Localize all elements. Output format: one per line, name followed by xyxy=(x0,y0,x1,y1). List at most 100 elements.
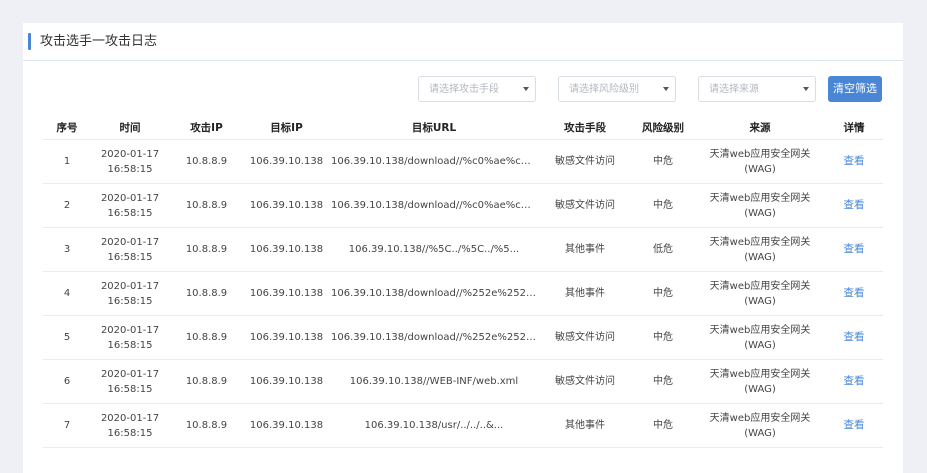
row-time: 2020-01-17 16:58:15 xyxy=(91,403,169,448)
attack-log-card: 攻击选手一攻击日志 清空筛选 序号 时间 攻击IP 目标IP 目标URL 攻击手… xyxy=(23,23,903,473)
row-attack-method: 其他事件 xyxy=(539,227,631,272)
view-detail-link[interactable]: 查看 xyxy=(844,199,865,211)
row-attack-ip: 10.8.8.9 xyxy=(169,359,244,404)
row-source-name: 天清web应用安全网关 xyxy=(709,324,811,336)
row-target-ip: 106.39.10.138 xyxy=(244,139,329,184)
row-source-code: (WAG) xyxy=(744,383,776,395)
header-attack-method: 攻击手段 xyxy=(539,115,631,140)
view-detail-link[interactable]: 查看 xyxy=(844,155,865,167)
row-detail: 查看 xyxy=(825,227,883,272)
row-time: 2020-01-17 16:58:15 xyxy=(91,183,169,228)
row-time-text: 16:58:15 xyxy=(107,383,153,395)
chevron-down-icon xyxy=(663,87,669,91)
row-source: 天清web应用安全网关 (WAG) xyxy=(695,403,825,448)
row-attack-method: 敏感文件访问 xyxy=(539,183,631,228)
row-index: 6 xyxy=(43,359,91,404)
row-attack-ip: 10.8.8.9 xyxy=(169,271,244,316)
row-time-text: 16:58:15 xyxy=(107,339,153,351)
source-input[interactable] xyxy=(699,77,815,101)
row-source: 天清web应用安全网关 (WAG) xyxy=(695,315,825,360)
row-source-name: 天清web应用安全网关 xyxy=(709,368,811,380)
row-target-url: 106.39.10.138//WEB-INF/web.xml xyxy=(329,359,539,404)
row-attack-ip: 10.8.8.9 xyxy=(169,227,244,272)
view-detail-link[interactable]: 查看 xyxy=(844,375,865,387)
row-attack-ip: 10.8.8.9 xyxy=(169,403,244,448)
row-attack-method: 敏感文件访问 xyxy=(539,315,631,360)
view-detail-link[interactable]: 查看 xyxy=(844,331,865,343)
row-attack-method: 其他事件 xyxy=(539,271,631,316)
row-source-code: (WAG) xyxy=(744,163,776,175)
row-target-url: 106.39.10.138/usr/../../..&... xyxy=(329,403,539,448)
row-source-name: 天清web应用安全网关 xyxy=(709,192,811,204)
row-date-text: 2020-01-17 xyxy=(100,192,160,204)
row-attack-ip: 10.8.8.9 xyxy=(169,139,244,184)
header-risk-level: 风险级别 xyxy=(631,115,695,140)
row-index: 2 xyxy=(43,183,91,228)
row-source: 天清web应用安全网关 (WAG) xyxy=(695,271,825,316)
row-risk-level: 低危 xyxy=(631,227,695,272)
row-index: 5 xyxy=(43,315,91,360)
row-time: 2020-01-17 16:58:15 xyxy=(91,139,169,184)
row-detail: 查看 xyxy=(825,403,883,448)
row-risk-level: 中危 xyxy=(631,139,695,184)
row-date-text: 2020-01-17 xyxy=(100,236,160,248)
header-attack-ip: 攻击IP xyxy=(169,115,244,140)
chevron-down-icon xyxy=(523,87,529,91)
row-target-ip: 106.39.10.138 xyxy=(244,183,329,228)
row-time-text: 16:58:15 xyxy=(107,251,153,263)
row-target-url: 106.39.10.138/download//%c0%ae%c0%... xyxy=(329,139,539,184)
row-source: 天清web应用安全网关 (WAG) xyxy=(695,183,825,228)
row-date-text: 2020-01-17 xyxy=(100,324,160,336)
row-target-ip: 106.39.10.138 xyxy=(244,271,329,316)
header-time: 时间 xyxy=(91,115,169,140)
view-detail-link[interactable]: 查看 xyxy=(844,243,865,255)
row-date-text: 2020-01-17 xyxy=(100,368,160,380)
view-detail-link[interactable]: 查看 xyxy=(844,287,865,299)
row-time: 2020-01-17 16:58:15 xyxy=(91,315,169,360)
title-accent-bar xyxy=(28,33,31,50)
header-detail: 详情 xyxy=(825,115,883,140)
risk-level-input[interactable] xyxy=(559,77,675,101)
row-time: 2020-01-17 16:58:15 xyxy=(91,227,169,272)
source-select[interactable] xyxy=(698,76,816,102)
row-source-code: (WAG) xyxy=(744,207,776,219)
row-time-text: 16:58:15 xyxy=(107,427,153,439)
header-source: 来源 xyxy=(695,115,825,140)
row-attack-ip: 10.8.8.9 xyxy=(169,183,244,228)
row-attack-ip: 10.8.8.9 xyxy=(169,315,244,360)
row-date-text: 2020-01-17 xyxy=(100,148,160,160)
clear-filters-button[interactable]: 清空筛选 xyxy=(828,76,882,102)
table-row: 3 2020-01-17 16:58:15 10.8.8.9 106.39.10.… xyxy=(43,227,883,272)
row-detail: 查看 xyxy=(825,139,883,184)
header-target-ip: 目标IP xyxy=(244,115,329,140)
row-source: 天清web应用安全网关 (WAG) xyxy=(695,139,825,184)
table-row: 6 2020-01-17 16:58:15 10.8.8.9 106.39.10.… xyxy=(43,359,883,404)
attack-log-table: 序号 时间 攻击IP 目标IP 目标URL 攻击手段 风险级别 来源 详情 1 … xyxy=(43,115,883,448)
row-time-text: 16:58:15 xyxy=(107,163,153,175)
card-header: 攻击选手一攻击日志 xyxy=(23,23,903,61)
row-target-url: 106.39.10.138/download//%c0%ae%c0%... xyxy=(329,183,539,228)
view-detail-link[interactable]: 查看 xyxy=(844,419,865,431)
table-row: 7 2020-01-17 16:58:15 10.8.8.9 106.39.10.… xyxy=(43,403,883,448)
row-target-ip: 106.39.10.138 xyxy=(244,403,329,448)
risk-level-select[interactable] xyxy=(558,76,676,102)
row-index: 7 xyxy=(43,403,91,448)
row-source-code: (WAG) xyxy=(744,251,776,263)
row-target-ip: 106.39.10.138 xyxy=(244,227,329,272)
attack-method-input[interactable] xyxy=(419,77,535,101)
row-detail: 查看 xyxy=(825,315,883,360)
row-attack-method: 敏感文件访问 xyxy=(539,139,631,184)
row-detail: 查看 xyxy=(825,183,883,228)
row-source-code: (WAG) xyxy=(744,295,776,307)
row-source-code: (WAG) xyxy=(744,427,776,439)
row-date-text: 2020-01-17 xyxy=(100,280,160,292)
attack-method-select[interactable] xyxy=(418,76,536,102)
row-risk-level: 中危 xyxy=(631,403,695,448)
table-row: 5 2020-01-17 16:58:15 10.8.8.9 106.39.10.… xyxy=(43,315,883,360)
table-row: 4 2020-01-17 16:58:15 10.8.8.9 106.39.10.… xyxy=(43,271,883,316)
chevron-down-icon xyxy=(803,87,809,91)
table-row: 1 2020-01-17 16:58:15 10.8.8.9 106.39.10.… xyxy=(43,139,883,184)
row-index: 3 xyxy=(43,227,91,272)
row-target-url: 106.39.10.138/download//%252e%252e... xyxy=(329,315,539,360)
row-target-ip: 106.39.10.138 xyxy=(244,359,329,404)
